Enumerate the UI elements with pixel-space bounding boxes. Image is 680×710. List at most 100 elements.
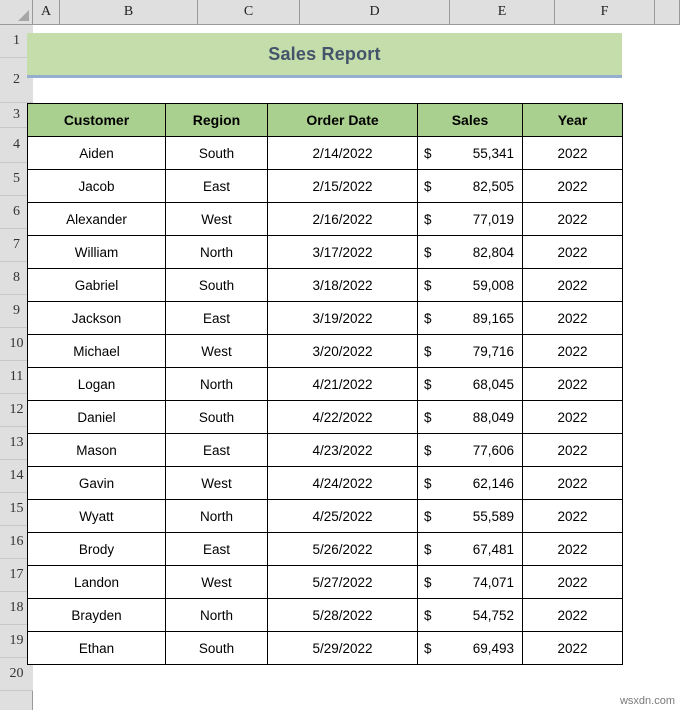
table-row[interactable]: AidenSouth2/14/2022$55,3412022 (28, 137, 623, 170)
column-header-year[interactable]: Year (523, 104, 623, 137)
cell-customer[interactable]: Mason (28, 434, 166, 467)
cell-order-date[interactable]: 4/25/2022 (268, 500, 418, 533)
column-header-region[interactable]: Region (166, 104, 268, 137)
column-header-sales[interactable]: Sales (418, 104, 523, 137)
cell-customer[interactable]: Landon (28, 566, 166, 599)
cell-sales[interactable]: $54,752 (418, 599, 523, 632)
cell-year[interactable]: 2022 (523, 335, 623, 368)
table-row[interactable]: GavinWest4/24/2022$62,1462022 (28, 467, 623, 500)
cell-order-date[interactable]: 3/17/2022 (268, 236, 418, 269)
table-row[interactable]: LandonWest5/27/2022$74,0712022 (28, 566, 623, 599)
sales-data-table[interactable]: Customer Region Order Date Sales Year Ai… (27, 103, 623, 665)
cell-customer[interactable]: Ethan (28, 632, 166, 665)
cell-region[interactable]: North (166, 368, 268, 401)
cell-region[interactable]: North (166, 236, 268, 269)
cell-year[interactable]: 2022 (523, 467, 623, 500)
cell-customer[interactable]: Daniel (28, 401, 166, 434)
cell-sales[interactable]: $82,505 (418, 170, 523, 203)
cell-customer[interactable]: Brody (28, 533, 166, 566)
cell-sales[interactable]: $55,589 (418, 500, 523, 533)
table-row[interactable]: DanielSouth4/22/2022$88,0492022 (28, 401, 623, 434)
cell-year[interactable]: 2022 (523, 236, 623, 269)
table-row[interactable]: WilliamNorth3/17/2022$82,8042022 (28, 236, 623, 269)
cell-customer[interactable]: Alexander (28, 203, 166, 236)
cell-order-date[interactable]: 5/26/2022 (268, 533, 418, 566)
cell-year[interactable]: 2022 (523, 632, 623, 665)
cell-year[interactable]: 2022 (523, 269, 623, 302)
cell-region[interactable]: West (166, 335, 268, 368)
cell-region[interactable]: North (166, 500, 268, 533)
table-row[interactable]: JacksonEast3/19/2022$89,1652022 (28, 302, 623, 335)
cell-region[interactable]: East (166, 434, 268, 467)
cell-region[interactable]: East (166, 302, 268, 335)
cell-region[interactable]: South (166, 632, 268, 665)
column-header-f[interactable]: F (555, 0, 655, 24)
cell-region[interactable]: South (166, 137, 268, 170)
cell-year[interactable]: 2022 (523, 170, 623, 203)
cell-sales[interactable]: $62,146 (418, 467, 523, 500)
table-row[interactable]: MasonEast4/23/2022$77,6062022 (28, 434, 623, 467)
cell-order-date[interactable]: 4/22/2022 (268, 401, 418, 434)
cell-customer[interactable]: Brayden (28, 599, 166, 632)
cell-region[interactable]: North (166, 599, 268, 632)
cell-customer[interactable]: Logan (28, 368, 166, 401)
cell-order-date[interactable]: 5/28/2022 (268, 599, 418, 632)
select-all-corner[interactable] (0, 0, 33, 24)
cell-sales[interactable]: $69,493 (418, 632, 523, 665)
table-row[interactable]: LoganNorth4/21/2022$68,0452022 (28, 368, 623, 401)
cell-order-date[interactable]: 2/15/2022 (268, 170, 418, 203)
cell-sales[interactable]: $59,008 (418, 269, 523, 302)
table-row[interactable]: MichaelWest3/20/2022$79,7162022 (28, 335, 623, 368)
cell-year[interactable]: 2022 (523, 368, 623, 401)
cell-order-date[interactable]: 3/20/2022 (268, 335, 418, 368)
cell-sales[interactable]: $68,045 (418, 368, 523, 401)
cell-region[interactable]: West (166, 467, 268, 500)
cell-region[interactable]: West (166, 566, 268, 599)
cell-region[interactable]: East (166, 170, 268, 203)
cell-order-date[interactable]: 4/21/2022 (268, 368, 418, 401)
column-header-a[interactable]: A (33, 0, 60, 24)
cell-order-date[interactable]: 3/18/2022 (268, 269, 418, 302)
cell-order-date[interactable]: 2/16/2022 (268, 203, 418, 236)
cell-region[interactable]: East (166, 533, 268, 566)
cell-region[interactable]: South (166, 269, 268, 302)
cell-sales[interactable]: $88,049 (418, 401, 523, 434)
cell-customer[interactable]: Jackson (28, 302, 166, 335)
report-title-band[interactable]: Sales Report (27, 33, 622, 78)
cell-year[interactable]: 2022 (523, 302, 623, 335)
cell-sales[interactable]: $67,481 (418, 533, 523, 566)
cell-region[interactable]: South (166, 401, 268, 434)
cell-year[interactable]: 2022 (523, 566, 623, 599)
cell-order-date[interactable]: 2/14/2022 (268, 137, 418, 170)
cell-customer[interactable]: Aiden (28, 137, 166, 170)
cell-order-date[interactable]: 3/19/2022 (268, 302, 418, 335)
table-row[interactable]: GabrielSouth3/18/2022$59,0082022 (28, 269, 623, 302)
table-row[interactable]: BraydenNorth5/28/2022$54,7522022 (28, 599, 623, 632)
column-header-c[interactable]: C (198, 0, 300, 24)
cell-year[interactable]: 2022 (523, 137, 623, 170)
cell-year[interactable]: 2022 (523, 533, 623, 566)
cell-customer[interactable]: William (28, 236, 166, 269)
cell-region[interactable]: West (166, 203, 268, 236)
cell-customer[interactable]: Wyatt (28, 500, 166, 533)
column-header-d[interactable]: D (300, 0, 450, 24)
column-header-order-date[interactable]: Order Date (268, 104, 418, 137)
cell-year[interactable]: 2022 (523, 599, 623, 632)
cell-customer[interactable]: Gavin (28, 467, 166, 500)
cell-sales[interactable]: $79,716 (418, 335, 523, 368)
cell-sales[interactable]: $77,606 (418, 434, 523, 467)
column-header-customer[interactable]: Customer (28, 104, 166, 137)
cell-sales[interactable]: $55,341 (418, 137, 523, 170)
cell-customer[interactable]: Gabriel (28, 269, 166, 302)
table-row[interactable]: JacobEast2/15/2022$82,5052022 (28, 170, 623, 203)
cell-order-date[interactable]: 4/24/2022 (268, 467, 418, 500)
cell-customer[interactable]: Michael (28, 335, 166, 368)
cell-year[interactable]: 2022 (523, 401, 623, 434)
table-row[interactable]: AlexanderWest2/16/2022$77,0192022 (28, 203, 623, 236)
cell-order-date[interactable]: 5/27/2022 (268, 566, 418, 599)
table-row[interactable]: WyattNorth4/25/2022$55,5892022 (28, 500, 623, 533)
cell-sales[interactable]: $77,019 (418, 203, 523, 236)
column-header-b[interactable]: B (60, 0, 198, 24)
cell-order-date[interactable]: 4/23/2022 (268, 434, 418, 467)
cell-year[interactable]: 2022 (523, 203, 623, 236)
